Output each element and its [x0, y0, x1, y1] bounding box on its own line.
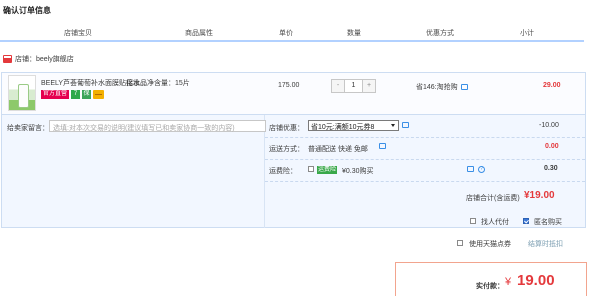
- shipping-label: 运送方式：: [269, 146, 304, 153]
- message-label: 给卖家留言：: [7, 125, 49, 132]
- help-icon[interactable]: ?: [478, 166, 485, 173]
- shop-total-label: 店铺合计(含运费): [466, 195, 520, 202]
- chat-icon[interactable]: [402, 122, 409, 128]
- quantity-decrease-button[interactable]: -: [332, 80, 344, 92]
- insurance-badge: 运费险: [317, 166, 338, 174]
- shop-promo-selected: 省10元:满额10元券8: [311, 124, 375, 131]
- chat-icon[interactable]: [460, 84, 468, 91]
- tmall-points-label: 使用天猫点券: [469, 241, 511, 248]
- quantity-stepper: - 1 +: [331, 79, 376, 93]
- official-badge: 官方直营: [41, 90, 70, 99]
- shipping-amount: 0.00: [545, 143, 559, 150]
- chat-icon[interactable]: [467, 166, 474, 172]
- promo-label: 省146:淘抢购: [416, 84, 458, 91]
- chat-icon[interactable]: [379, 143, 386, 149]
- tmall-points-checkbox[interactable]: [457, 240, 463, 246]
- shop-promo-amount: -10.00: [539, 122, 559, 129]
- credit-card-icon: [93, 90, 105, 99]
- quantity-increase-button[interactable]: +: [363, 80, 375, 92]
- seven-day-return-icon: 7: [71, 90, 81, 99]
- order-item-row: BEELY芦荟葡萄补水面膜贴接水... 化妆品净含量：15片 官方直营 7 保 …: [1, 72, 586, 115]
- shop-total-amount: ¥19.00: [524, 190, 555, 201]
- product-props: 化妆品净含量：15片: [126, 80, 190, 87]
- message-input[interactable]: 选填:对本次交易的说明(建议填写已和卖家协商一致的内容): [49, 120, 266, 132]
- shop-promo-label: 店铺优惠：: [269, 125, 304, 132]
- anonymous-checkbox[interactable]: [523, 218, 529, 224]
- message-placeholder: 选填:对本次交易的说明(建议填写已和卖家协商一致的内容): [53, 125, 235, 132]
- guarantee-icon: 保: [82, 90, 92, 99]
- page-title: 确认订单信息: [3, 6, 51, 15]
- header-qty-col: 数量: [347, 30, 361, 37]
- quantity-input[interactable]: 1: [344, 80, 363, 92]
- insurance-label: 运费险：: [269, 168, 297, 175]
- shop-icon: [3, 55, 12, 63]
- promo-text: 省146:淘抢购: [416, 82, 468, 92]
- insurance-checkbox[interactable]: [308, 166, 314, 172]
- final-currency: ¥: [505, 276, 512, 288]
- chevron-down-icon: [391, 124, 395, 127]
- product-badges: 官方直营 7 保: [41, 90, 105, 99]
- header-price-col: 单价: [279, 30, 293, 37]
- shop-name[interactable]: 店铺：beely旗舰店: [15, 54, 74, 64]
- product-thumbnail[interactable]: [8, 75, 36, 111]
- anonymous-label: 匿名购买: [534, 219, 562, 226]
- insurance-price: ¥0.30购买: [342, 168, 374, 175]
- header-props-col: 商品属性: [185, 30, 213, 37]
- insurance-amount: 0.30: [544, 165, 558, 172]
- final-amount: 19.00: [517, 272, 555, 289]
- header-shop-col: 店铺宝贝: [64, 30, 92, 37]
- table-header: 店铺宝贝 商品属性 单价 数量 优惠方式 小计: [0, 22, 584, 42]
- shipping-method: 普通配送 快递 免邮: [308, 146, 368, 153]
- shop-promo-select[interactable]: 省10元:满额10元券8: [308, 120, 399, 131]
- header-subtotal-col: 小计: [520, 30, 534, 37]
- divider: [265, 137, 585, 138]
- header-promo-col: 优惠方式: [426, 30, 454, 37]
- proxy-pay-checkbox[interactable]: [470, 218, 476, 224]
- item-subtotal: 29.00: [543, 82, 561, 89]
- shop-row: 店铺：beely旗舰店: [3, 54, 74, 64]
- divider: [265, 181, 585, 182]
- unit-price: 175.00: [278, 82, 300, 89]
- divider: [265, 159, 585, 160]
- proxy-pay-label: 找人代付: [481, 219, 509, 226]
- final-label: 实付款：: [476, 283, 504, 290]
- points-deduct-link[interactable]: 结算时抵扣: [528, 239, 563, 249]
